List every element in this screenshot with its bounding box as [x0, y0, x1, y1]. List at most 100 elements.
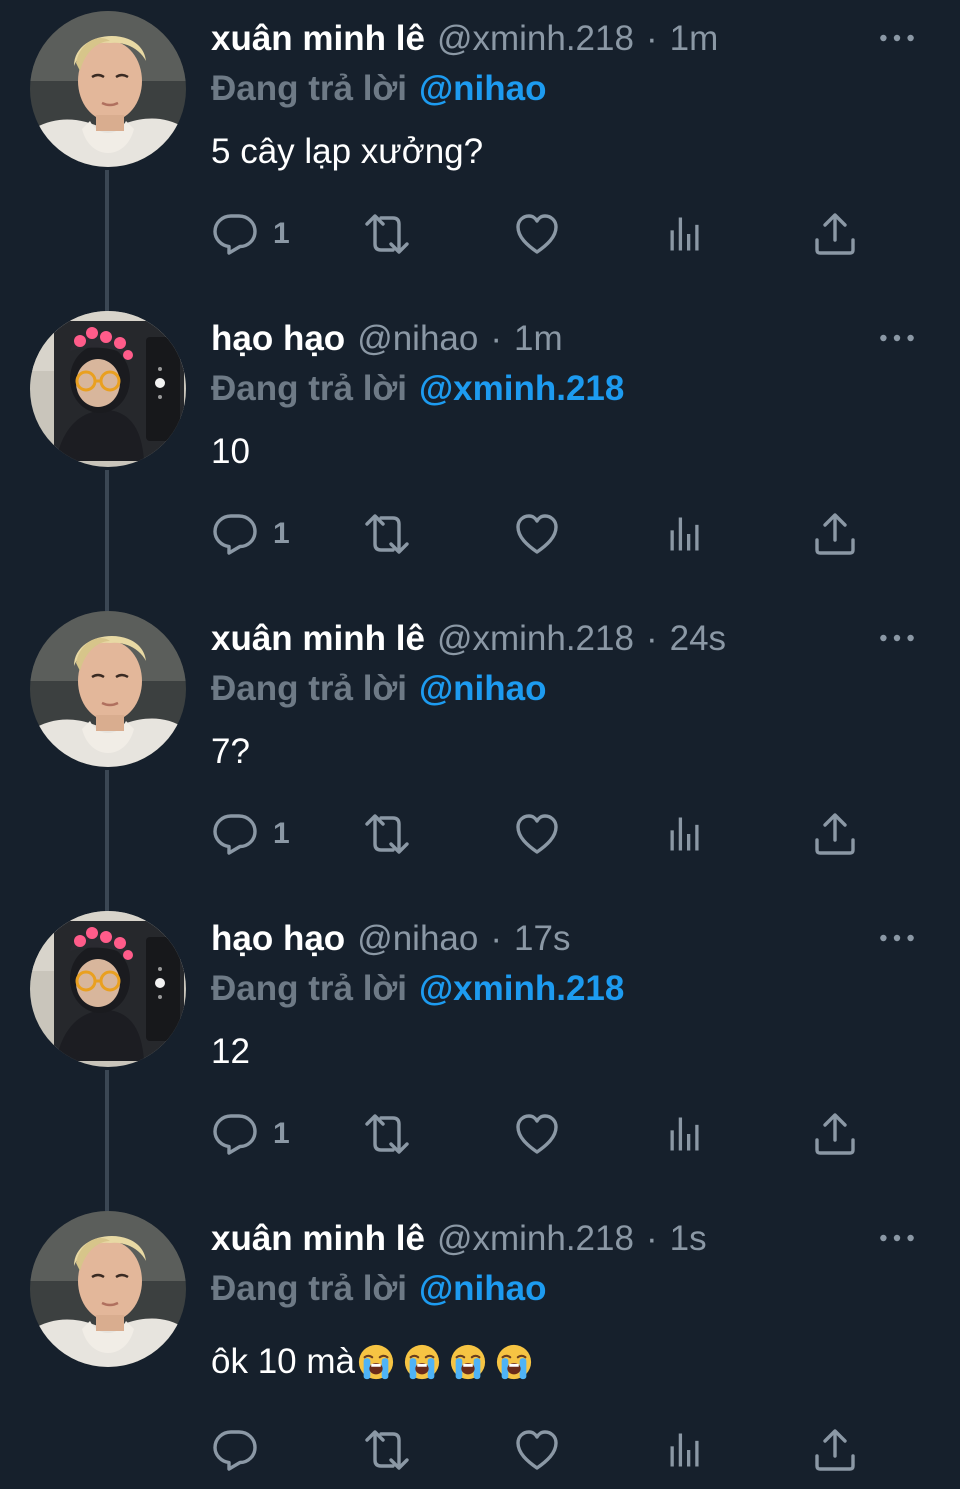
timestamp[interactable]: 1m	[514, 319, 563, 359]
more-button[interactable]	[872, 620, 922, 656]
author-name[interactable]: xuân minh lê	[211, 619, 425, 659]
speech-bubble-icon	[211, 510, 259, 558]
tweet-text: 5 cây lạp xưởng?	[211, 128, 483, 176]
replying-to-handle-link[interactable]: @xminh.218	[419, 969, 624, 1009]
retweet-arrows-icon	[357, 810, 417, 858]
tweet[interactable]: hạo hạo @nihao · 17s Đang trả lời @xminh…	[0, 900, 960, 1200]
tweet[interactable]: xuân minh lê @xminh.218 · 1m Đang trả lờ…	[0, 0, 960, 300]
retweet-button[interactable]	[357, 1422, 417, 1478]
author-name[interactable]: hạo hạo	[211, 319, 345, 359]
avatar[interactable]	[30, 911, 186, 1067]
share-button[interactable]	[811, 1422, 859, 1478]
views-button[interactable]	[665, 1106, 709, 1162]
timestamp[interactable]: 1m	[670, 19, 719, 59]
replying-to-label: Đang trả lời	[211, 969, 408, 1008]
retweet-button[interactable]	[357, 506, 417, 562]
tweet-header: xuân minh lê @xminh.218 · 1m	[211, 16, 718, 62]
reply-button[interactable]: 1	[211, 1106, 290, 1162]
bar-chart-icon	[665, 210, 709, 258]
tweet[interactable]: xuân minh lê @xminh.218 · 1s Đang trả lờ…	[0, 1200, 960, 1489]
tweet-header: hạo hạo @nihao · 17s	[211, 916, 570, 962]
avatar-image	[30, 11, 186, 167]
retweet-button[interactable]	[357, 806, 417, 862]
separator: ·	[645, 619, 658, 658]
author-name[interactable]: xuân minh lê	[211, 1219, 425, 1259]
reply-button[interactable]: 1	[211, 506, 290, 562]
more-button[interactable]	[872, 1220, 922, 1256]
timestamp[interactable]: 17s	[514, 919, 570, 959]
share-button[interactable]	[811, 206, 859, 262]
reply-button[interactable]	[211, 1422, 273, 1478]
replying-to-handle-link[interactable]: @xminh.218	[419, 369, 624, 409]
author-handle[interactable]: @xminh.218	[437, 619, 634, 659]
tweet[interactable]: xuân minh lê @xminh.218 · 24s Đang trả l…	[0, 600, 960, 900]
share-button[interactable]	[811, 1106, 859, 1162]
separator: ·	[645, 19, 658, 58]
author-name[interactable]: hạo hạo	[211, 919, 345, 959]
retweet-arrows-icon	[357, 1426, 417, 1474]
upload-icon	[811, 810, 859, 858]
avatar-image	[30, 311, 186, 467]
ellipsis-icon	[877, 1230, 917, 1246]
author-name[interactable]: xuân minh lê	[211, 19, 425, 59]
replying-to-label: Đang trả lời	[211, 69, 408, 108]
heart-icon	[513, 1110, 561, 1158]
avatar[interactable]	[30, 611, 186, 767]
tweet-text-content: 7?	[211, 732, 250, 771]
reply-button[interactable]: 1	[211, 806, 290, 862]
more-button[interactable]	[872, 20, 922, 56]
author-handle[interactable]: @nihao	[357, 319, 478, 359]
upload-icon	[811, 510, 859, 558]
like-button[interactable]	[513, 806, 561, 862]
author-handle[interactable]: @nihao	[357, 919, 478, 959]
action-bar: 1	[211, 506, 871, 562]
upload-icon	[811, 1426, 859, 1474]
tweet-text-content: ôk 10 mà	[211, 1342, 355, 1381]
like-button[interactable]	[513, 206, 561, 262]
replying-to: Đang trả lời @nihao	[211, 1266, 547, 1312]
retweet-arrows-icon	[357, 1110, 417, 1158]
replying-to-handle-link[interactable]: @nihao	[419, 1269, 546, 1309]
avatar[interactable]	[30, 1211, 186, 1367]
author-handle[interactable]: @xminh.218	[437, 19, 634, 59]
loudly-crying-face-emoji	[357, 1343, 395, 1381]
tweet-text-content: 5 cây lạp xưởng?	[211, 132, 484, 171]
timestamp[interactable]: 1s	[670, 1219, 707, 1259]
replying-to-handle-link[interactable]: @nihao	[419, 669, 546, 709]
replying-to-label: Đang trả lời	[211, 669, 408, 708]
avatar[interactable]	[30, 311, 186, 467]
tweet-header: hạo hạo @nihao · 1m	[211, 316, 563, 362]
heart-icon	[513, 810, 561, 858]
share-button[interactable]	[811, 506, 859, 562]
replying-to-handle-link[interactable]: @nihao	[419, 69, 546, 109]
retweet-arrows-icon	[357, 210, 417, 258]
views-button[interactable]	[665, 206, 709, 262]
action-bar	[211, 1422, 871, 1478]
bar-chart-icon	[665, 510, 709, 558]
retweet-button[interactable]	[357, 1106, 417, 1162]
share-button[interactable]	[811, 806, 859, 862]
views-button[interactable]	[665, 806, 709, 862]
heart-icon	[513, 510, 561, 558]
tweet[interactable]: hạo hạo @nihao · 1m Đang trả lời @xminh.…	[0, 300, 960, 600]
views-button[interactable]	[665, 506, 709, 562]
author-handle[interactable]: @xminh.218	[437, 1219, 634, 1259]
more-button[interactable]	[872, 920, 922, 956]
like-button[interactable]	[513, 506, 561, 562]
separator: ·	[490, 919, 503, 958]
like-button[interactable]	[513, 1106, 561, 1162]
tweet-text-content: 10	[211, 432, 250, 471]
like-button[interactable]	[513, 1422, 561, 1478]
retweet-button[interactable]	[357, 206, 417, 262]
bar-chart-icon	[665, 1110, 709, 1158]
reply-button[interactable]: 1	[211, 206, 290, 262]
replying-to: Đang trả lời @nihao	[211, 66, 547, 112]
more-button[interactable]	[872, 320, 922, 356]
separator: ·	[490, 319, 503, 358]
tweet-text: ôk 10 mà	[211, 1338, 541, 1386]
avatar[interactable]	[30, 11, 186, 167]
timestamp[interactable]: 24s	[670, 619, 726, 659]
replying-to-label: Đang trả lời	[211, 369, 408, 408]
ellipsis-icon	[877, 630, 917, 646]
views-button[interactable]	[665, 1422, 709, 1478]
